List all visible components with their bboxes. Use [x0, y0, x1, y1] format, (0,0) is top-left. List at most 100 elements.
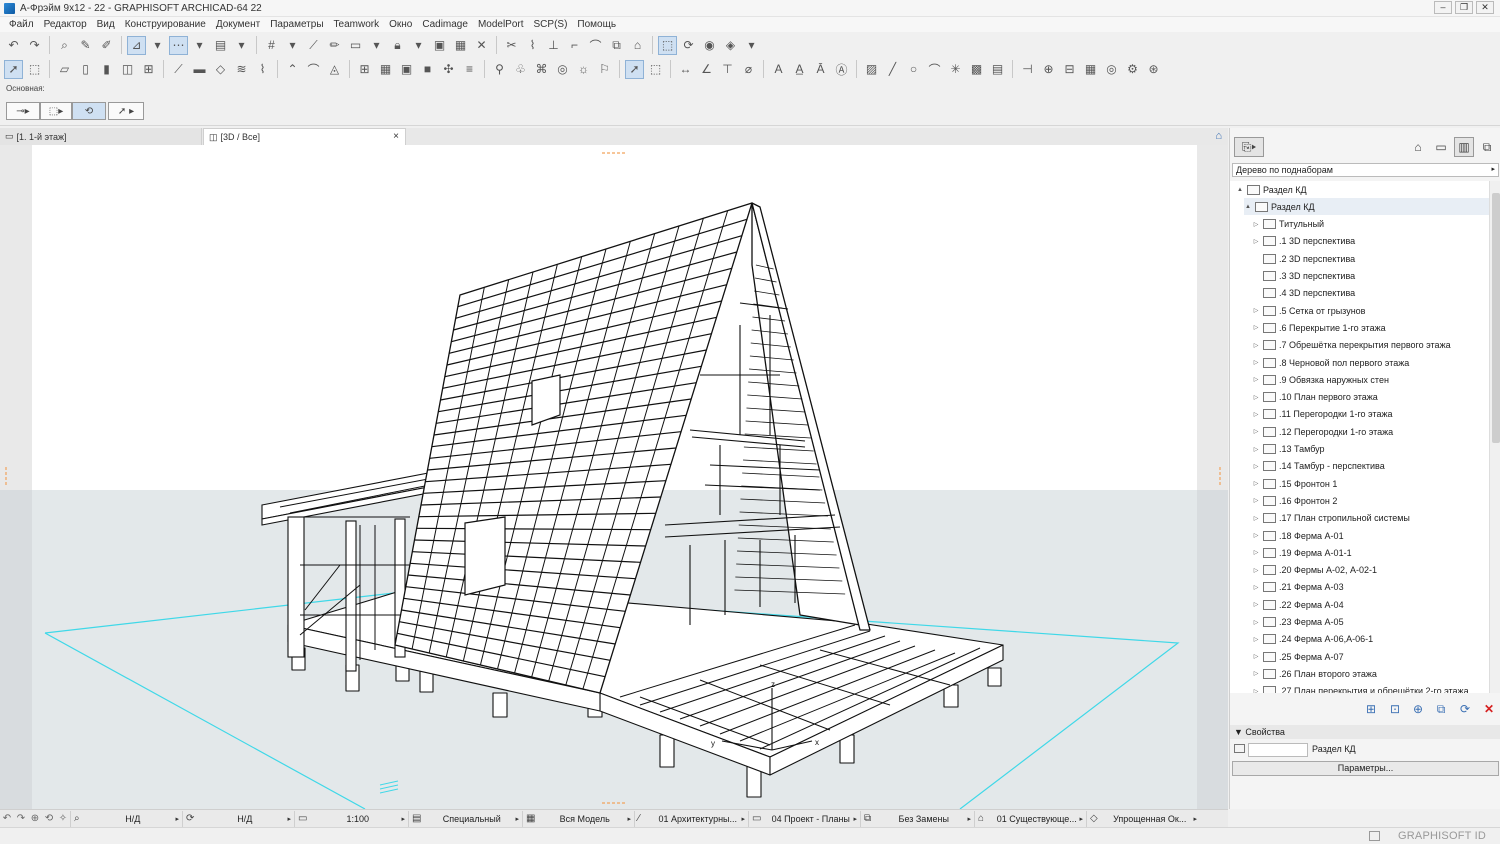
- tree-item[interactable]: ▷ .7 Обрешётка перекрытия первого этажа: [1252, 337, 1489, 354]
- marker-icon[interactable]: ⚐: [595, 60, 614, 79]
- beam-tool-icon[interactable]: ⟋: [169, 60, 188, 79]
- door-tool-icon[interactable]: ◫: [118, 60, 137, 79]
- tab-3d-view[interactable]: ◫ [3D / Все] ×: [203, 128, 406, 145]
- zoom-in-icon[interactable]: ⊕: [28, 813, 42, 824]
- find-select-icon[interactable]: ⌕: [55, 36, 74, 55]
- surface-icon[interactable]: ≡: [460, 60, 479, 79]
- tree-item[interactable]: ▷ .23 Ферма А-05: [1252, 614, 1489, 631]
- expand-toggle-icon[interactable]: ▷: [1252, 221, 1260, 228]
- zoom-field[interactable]: ⌕ Н/Д ▸: [70, 810, 182, 827]
- object-icon[interactable]: ▣: [397, 60, 416, 79]
- dropdown-arrow-icon[interactable]: ▾: [283, 36, 302, 55]
- wall-tool-icon[interactable]: ▱: [55, 60, 74, 79]
- layers-icon[interactable]: ▤: [211, 36, 230, 55]
- morph-icon[interactable]: ✣: [439, 60, 458, 79]
- minimize-button[interactable]: –: [1434, 1, 1452, 14]
- drawing-icon[interactable]: ▤: [988, 60, 1007, 79]
- trim-icon[interactable]: ✂: [502, 36, 521, 55]
- lamp-icon[interactable]: ⚲: [490, 60, 509, 79]
- expand-toggle-icon[interactable]: ▷: [1252, 394, 1260, 401]
- expand-toggle-icon[interactable]: ▷: [1252, 688, 1260, 693]
- selection-icon[interactable]: ⬚: [646, 60, 665, 79]
- arrow-mode-selector[interactable]: ➚ ▸: [108, 102, 144, 120]
- text-tool-icon[interactable]: A: [769, 60, 788, 79]
- model-view-field[interactable]: ▦ Вся Модель ▸: [522, 810, 634, 827]
- circle-tool-icon[interactable]: ○: [904, 60, 923, 79]
- new-master-icon[interactable]: ⊡: [1387, 701, 1403, 717]
- 3d-view-icon[interactable]: ⬚: [658, 35, 677, 55]
- mesh-icon[interactable]: ⊞: [355, 60, 374, 79]
- label-2-icon[interactable]: Ā: [811, 60, 830, 79]
- layout-book-icon[interactable]: ▥: [1454, 137, 1474, 157]
- tree-item[interactable]: ▷ .5 Сетка от грызунов: [1252, 302, 1489, 319]
- mvo-field[interactable]: ◇ Упрощенная Ок... ▸: [1086, 810, 1200, 827]
- tree-item[interactable]: ▷ .15 Фронтон 1: [1252, 475, 1489, 492]
- dropdown-arrow-icon[interactable]: ▾: [232, 36, 251, 55]
- slab-tool-icon[interactable]: ◇: [211, 60, 230, 79]
- roof-icon[interactable]: ⌃: [283, 60, 302, 79]
- graphic-override-field[interactable]: ⧉ Без Замены ▸: [860, 810, 974, 827]
- new-layout-icon[interactable]: ⊞: [1363, 701, 1379, 717]
- undo-icon[interactable]: ↶: [4, 36, 23, 55]
- tree-item[interactable]: ▷ .20 Фермы А-02, А-02-1: [1252, 562, 1489, 579]
- expand-toggle-icon[interactable]: ▷: [1252, 324, 1260, 331]
- properties-header[interactable]: ▼ Свойства: [1230, 725, 1500, 739]
- tree-item[interactable]: ▷ .14 Тамбур - перспектива: [1252, 458, 1489, 475]
- tree-item[interactable]: .3 3D перспектива: [1252, 268, 1489, 285]
- lock-icon[interactable]: 🔒︎: [388, 36, 407, 55]
- expand-toggle-icon[interactable]: ▷: [1252, 342, 1260, 349]
- menu-file[interactable]: Файл: [4, 19, 39, 30]
- tree-item[interactable]: ▷ .25 Ферма А-07: [1252, 648, 1489, 665]
- refresh-icon[interactable]: ⟳: [1457, 701, 1473, 717]
- walk-icon[interactable]: ✧: [56, 813, 70, 824]
- tree-item[interactable]: ▲ Раздел КД: [1244, 198, 1489, 216]
- expand-toggle-icon[interactable]: ▷: [1252, 307, 1260, 314]
- grid-snap-icon[interactable]: #: [262, 36, 281, 55]
- menu-view[interactable]: Вид: [92, 19, 120, 30]
- arc-tool-icon[interactable]: ⌒: [925, 60, 944, 79]
- zone-icon[interactable]: ▦: [376, 60, 395, 79]
- undo-view-icon[interactable]: ↶: [0, 813, 14, 824]
- light-icon[interactable]: ☼: [574, 60, 593, 79]
- menu-scps[interactable]: SCP(S): [529, 19, 573, 30]
- tree-item[interactable]: ▷ .26 План второго этажа: [1252, 665, 1489, 682]
- tab-floor-plan[interactable]: ▭ [1. 1-й этаж]: [0, 128, 202, 145]
- geometry-method-selector[interactable]: ⊸▸: [6, 102, 40, 120]
- tree-item[interactable]: .4 3D перспектива: [1252, 285, 1489, 302]
- id-field[interactable]: [1248, 743, 1308, 757]
- dimension-icon[interactable]: ↔: [676, 60, 695, 79]
- snap-guide-icon[interactable]: ⊿: [127, 35, 146, 55]
- tree-item[interactable]: ▷ Титульный: [1252, 216, 1489, 233]
- pointer-icon[interactable]: ➚: [625, 59, 644, 79]
- scrollbar-thumb[interactable]: [1492, 193, 1500, 443]
- arrow-select-icon[interactable]: ➚: [4, 59, 23, 79]
- stair-tool-icon[interactable]: ≋: [232, 60, 251, 79]
- section-icon[interactable]: ⊣: [1018, 60, 1037, 79]
- change-icon[interactable]: ⚙: [1123, 60, 1142, 79]
- expand-toggle-icon[interactable]: ▷: [1252, 619, 1260, 626]
- 3d-document-icon[interactable]: ⊛: [1144, 60, 1163, 79]
- orbit-view-icon[interactable]: ⟲: [42, 813, 56, 824]
- label-3-icon[interactable]: Ⓐ: [832, 60, 851, 79]
- settings-button[interactable]: Параметры...: [1232, 761, 1499, 776]
- skylight-icon[interactable]: ◬: [325, 60, 344, 79]
- tree-item[interactable]: ▷ .1 3D перспектива: [1252, 233, 1489, 250]
- column-tool-icon[interactable]: ▮: [97, 60, 116, 79]
- pipe-tool-icon[interactable]: ▬: [190, 60, 209, 79]
- expand-toggle-icon[interactable]: ▷: [1252, 567, 1260, 574]
- expand-toggle-icon[interactable]: ▷: [1252, 238, 1260, 245]
- roof-tool-icon[interactable]: ⌂: [628, 36, 647, 55]
- selection-method-selector[interactable]: ⬚▸: [40, 102, 72, 120]
- graphisoft-id-link[interactable]: GRAPHISOFT ID: [1398, 830, 1486, 842]
- tree-item[interactable]: ▷ .13 Тамбур: [1252, 441, 1489, 458]
- expand-toggle-icon[interactable]: ▷: [1252, 497, 1260, 504]
- explode-icon[interactable]: ✕: [472, 36, 491, 55]
- label-tool-icon[interactable]: A̲: [790, 60, 809, 79]
- expand-toggle-icon[interactable]: ▷: [1252, 549, 1260, 556]
- expand-toggle-icon[interactable]: ▲: [1244, 204, 1252, 210]
- renovation-filter-field[interactable]: ⌂ 01 Существующе... ▸: [974, 810, 1086, 827]
- eyedropper-icon[interactable]: ✎: [76, 36, 95, 55]
- menu-help[interactable]: Помощь: [572, 19, 621, 30]
- expand-toggle-icon[interactable]: ▷: [1252, 515, 1260, 522]
- elevation-icon[interactable]: ⊕: [1039, 60, 1058, 79]
